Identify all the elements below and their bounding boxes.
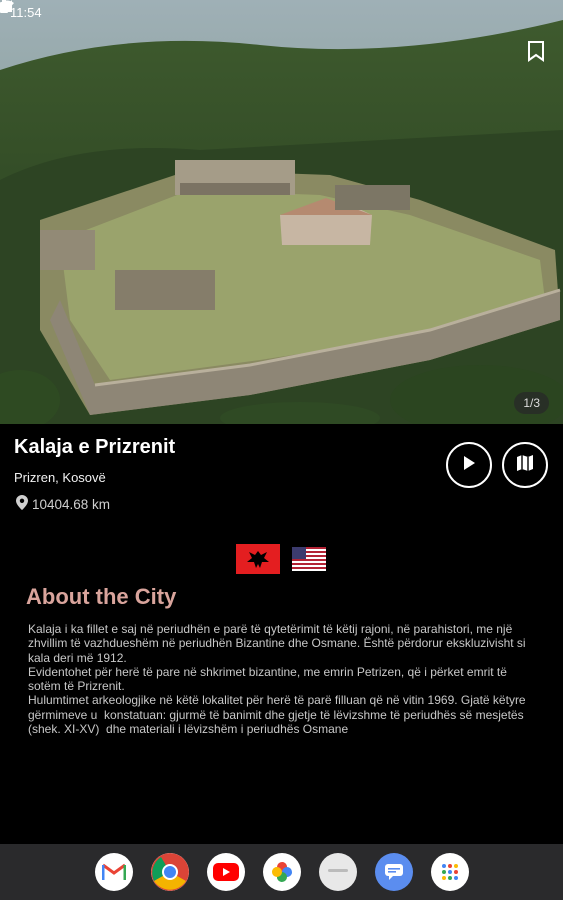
fortress-photo — [0, 0, 563, 424]
apps-grid-icon[interactable] — [430, 853, 469, 891]
youtube-icon[interactable] — [206, 853, 245, 891]
photos-icon[interactable] — [262, 853, 301, 891]
hero-image[interactable]: 11:54 1/3 — [0, 0, 563, 424]
page-indicator: 1/3 — [514, 392, 549, 414]
about-text: Kalaja i ka fillet e saj në periudhën e … — [28, 622, 526, 737]
place-location: Prizren, Kosovë — [14, 470, 106, 485]
status-time: 11:54 — [10, 4, 42, 20]
distance-row: 10404.68 km — [16, 495, 110, 513]
location-pin-icon — [16, 495, 28, 513]
us-flag-icon[interactable] — [292, 547, 326, 571]
app-dock — [0, 844, 563, 900]
map-button[interactable] — [502, 442, 548, 488]
play-icon — [462, 455, 476, 476]
albanian-flag-icon[interactable] — [236, 544, 280, 574]
map-icon — [516, 454, 534, 477]
place-title: Kalaja e Prizrenit — [14, 436, 176, 458]
status-bar: 11:54 — [0, 0, 563, 24]
language-selector — [236, 544, 326, 574]
about-title: About the City — [26, 584, 177, 609]
chrome-icon[interactable] — [150, 853, 189, 891]
gmail-icon[interactable] — [94, 853, 133, 891]
messages-icon[interactable] — [318, 853, 357, 891]
play-button[interactable] — [446, 442, 492, 488]
chat-icon[interactable] — [374, 853, 413, 891]
bookmark-icon[interactable] — [527, 40, 545, 62]
distance-value: 10404.68 km — [32, 496, 111, 512]
